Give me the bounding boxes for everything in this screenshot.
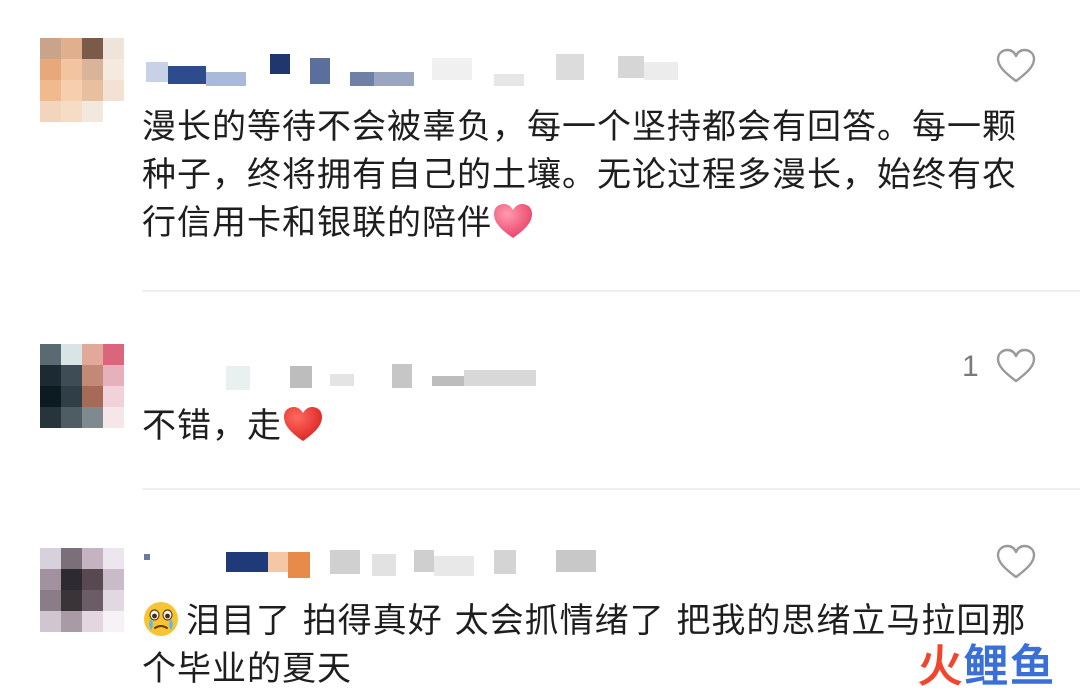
comment-text: 不错，走 — [142, 402, 1042, 450]
watermark-logo: 火鲤鱼 — [918, 641, 1056, 692]
like-heart-icon[interactable] — [996, 544, 1036, 580]
comment-text: 泪目了 拍得真好 太会抓情绪了 把我的思绪立马拉回那个毕业的夏天 — [142, 601, 1027, 689]
comment-item-1: 漫长的等待不会被辜负，每一个坚持都会有回答。每一颗种子，终将拥有自己的土壤。无论… — [0, 0, 1080, 292]
teary-face-icon — [144, 602, 178, 636]
avatar[interactable] — [40, 38, 124, 122]
pink-heart-icon — [494, 204, 532, 238]
like-heart-icon[interactable] — [996, 348, 1036, 384]
like-count: 1 — [962, 350, 979, 383]
blurred-username[interactable] — [142, 52, 682, 86]
comment-text: 漫长的等待不会被辜负，每一个坚持都会有回答。每一颗种子，终将拥有自己的土壤。无论… — [142, 107, 1017, 243]
red-heart-icon — [284, 407, 322, 441]
like-heart-icon[interactable] — [996, 48, 1036, 84]
avatar[interactable] — [40, 344, 124, 428]
avatar[interactable] — [40, 548, 124, 632]
comment-item-2: 1 不错，走 — [0, 292, 1080, 490]
blurred-username[interactable] — [142, 548, 622, 582]
blurred-username[interactable] — [142, 358, 562, 392]
